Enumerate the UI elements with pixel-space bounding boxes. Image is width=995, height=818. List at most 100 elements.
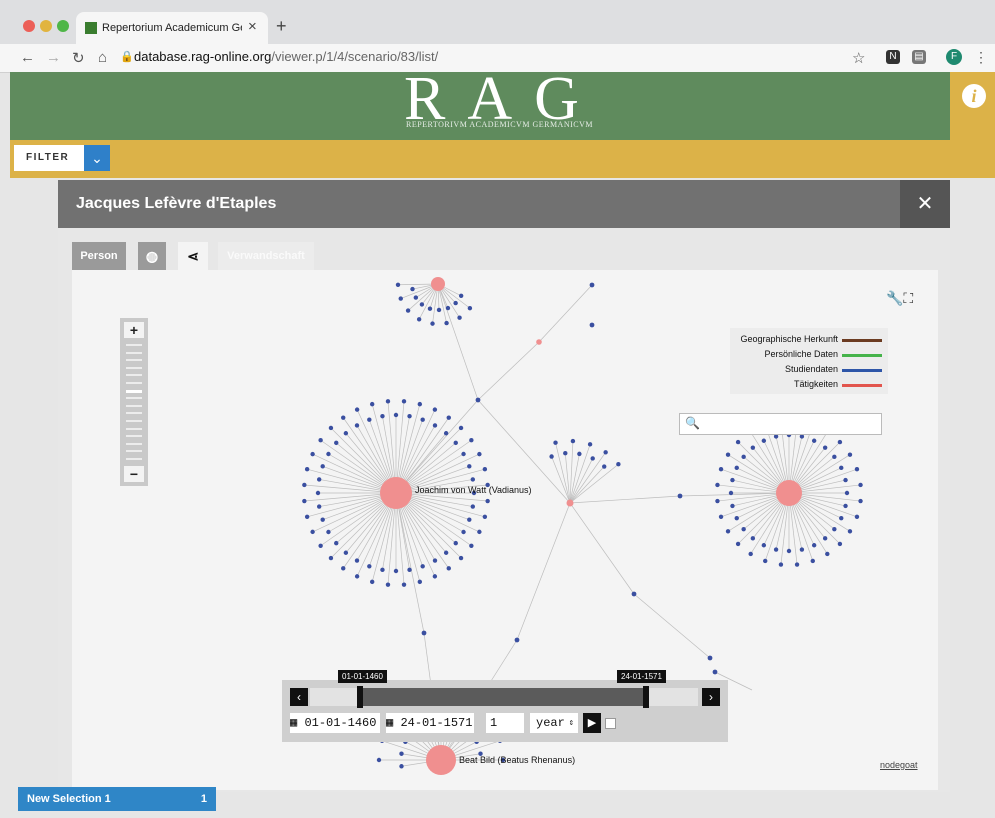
leaf-node[interactable]: [458, 293, 464, 299]
leaf-node[interactable]: [461, 529, 466, 535]
leaf-node[interactable]: [399, 764, 404, 769]
leaf-node[interactable]: [369, 401, 375, 407]
leaf-node[interactable]: [380, 413, 385, 419]
profile-avatar[interactable]: F: [946, 49, 962, 65]
leaf-node[interactable]: [761, 543, 767, 548]
leaf-node[interactable]: [427, 306, 433, 311]
leaf-node[interactable]: [590, 456, 595, 461]
leaf-node[interactable]: [328, 425, 334, 431]
connector-node[interactable]: [712, 669, 718, 675]
hub-node-vadianus[interactable]: [380, 477, 412, 509]
play-button[interactable]: ▶: [583, 713, 601, 733]
leaf-node[interactable]: [385, 399, 391, 404]
leaf-node[interactable]: [735, 541, 741, 547]
loop-checkbox[interactable]: [605, 718, 616, 729]
leaf-node[interactable]: [445, 305, 451, 311]
leaf-node[interactable]: [858, 482, 863, 488]
leaf-node[interactable]: [741, 454, 746, 460]
leaf-node[interactable]: [843, 477, 848, 483]
leaf-node[interactable]: [470, 477, 476, 482]
leaf-node[interactable]: [467, 517, 472, 522]
leaf-node[interactable]: [315, 490, 321, 496]
leaf-node[interactable]: [458, 425, 464, 431]
leaf-node[interactable]: [725, 529, 731, 534]
leaf-node[interactable]: [467, 305, 473, 311]
leaf-node[interactable]: [457, 315, 462, 320]
leaf-node[interactable]: [844, 490, 850, 496]
zoom-in-button[interactable]: +: [124, 322, 144, 338]
leaf-node[interactable]: [718, 514, 724, 519]
leaf-node[interactable]: [763, 558, 768, 564]
leaf-node[interactable]: [367, 564, 372, 569]
leaf-node[interactable]: [343, 550, 349, 555]
leaf-node[interactable]: [750, 445, 756, 450]
leaf-node[interactable]: [385, 582, 391, 587]
leaf-node[interactable]: [318, 438, 323, 443]
leaf-node[interactable]: [354, 407, 360, 412]
leaf-node[interactable]: [839, 515, 844, 521]
connector-node[interactable]: [421, 630, 427, 636]
leaf-node[interactable]: [310, 451, 315, 457]
leaf-node[interactable]: [811, 438, 817, 443]
leaf-node[interactable]: [469, 543, 474, 548]
leaf-node[interactable]: [369, 579, 375, 585]
unit-select[interactable]: year ⇕: [530, 713, 578, 733]
leaf-node[interactable]: [734, 515, 739, 521]
leaf-node[interactable]: [320, 464, 325, 469]
leaf-node[interactable]: [602, 464, 607, 469]
graph-search-input[interactable]: 🔍: [679, 413, 882, 435]
leaf-node[interactable]: [854, 467, 860, 472]
home-icon[interactable]: ⌂: [98, 49, 107, 66]
leaf-node[interactable]: [417, 401, 423, 407]
leaf-node[interactable]: [405, 308, 411, 313]
leaf-node[interactable]: [395, 282, 401, 287]
leaf-node[interactable]: [603, 450, 608, 455]
leaf-node[interactable]: [443, 431, 449, 436]
leaf-node[interactable]: [715, 482, 720, 488]
url-field[interactable]: database.rag-online.org/viewer.p/1/4/sce…: [134, 49, 438, 64]
leaf-node[interactable]: [420, 564, 425, 569]
timeline-range[interactable]: [360, 688, 648, 706]
leaf-node[interactable]: [416, 317, 422, 322]
leaf-node[interactable]: [413, 295, 419, 300]
leaf-node[interactable]: [407, 567, 412, 573]
leaf-node[interactable]: [553, 440, 558, 445]
leaf-node[interactable]: [825, 551, 830, 557]
leaf-node[interactable]: [482, 466, 488, 472]
leaf-node[interactable]: [587, 442, 593, 447]
window-close-button[interactable]: [23, 20, 35, 32]
new-selection-bar[interactable]: New Selection 1 1: [18, 787, 216, 811]
leaf-node[interactable]: [326, 529, 331, 535]
back-icon[interactable]: ←: [20, 49, 35, 66]
window-maximize-button[interactable]: [57, 20, 69, 32]
leaf-node[interactable]: [735, 439, 741, 445]
leaf-node[interactable]: [858, 498, 863, 504]
filter-dropdown-chevron-icon[interactable]: ⌄: [84, 145, 110, 171]
leaf-node[interactable]: [453, 440, 458, 446]
leaf-node[interactable]: [577, 451, 582, 457]
leaf-node[interactable]: [750, 536, 756, 541]
tab-close-icon[interactable]: ×: [248, 18, 257, 35]
leaf-node[interactable]: [320, 517, 325, 522]
leaf-node[interactable]: [839, 465, 844, 471]
leaf-node[interactable]: [854, 514, 860, 519]
hub-node[interactable]: [566, 499, 574, 507]
leaf-node[interactable]: [728, 490, 734, 496]
leaf-node[interactable]: [832, 526, 837, 532]
connector-node[interactable]: [677, 493, 683, 499]
leaf-node[interactable]: [318, 543, 323, 548]
leaf-node[interactable]: [482, 514, 488, 520]
leaf-node[interactable]: [399, 751, 404, 756]
leaf-node[interactable]: [354, 423, 360, 428]
tab-map-globe-icon[interactable]: ◍: [138, 242, 166, 270]
leaf-node[interactable]: [467, 464, 472, 469]
leaf-node[interactable]: [453, 300, 458, 306]
leaf-node[interactable]: [443, 550, 449, 555]
leaf-node[interactable]: [341, 415, 346, 420]
leaf-node[interactable]: [477, 529, 482, 535]
leaf-node[interactable]: [822, 536, 828, 541]
tab-network-share-icon[interactable]: ⋖: [178, 242, 208, 270]
leaf-node[interactable]: [304, 514, 310, 520]
browser-menu-icon[interactable]: ⋮: [974, 49, 988, 66]
leaf-node[interactable]: [453, 540, 458, 546]
